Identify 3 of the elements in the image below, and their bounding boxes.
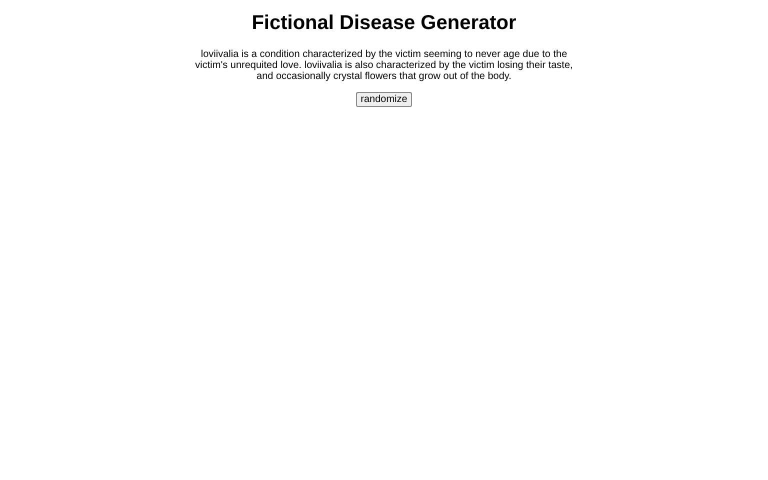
- page-title: Fictional Disease Generator: [252, 12, 516, 35]
- disease-description: loviivalia is a condition characterized by the victim seeming to never age due to the victim's unrequited love. loviivalia is also characterized by the victim losing their taste, and occasionally crystal flowers that grow out of the body.: [194, 49, 574, 82]
- randomize-button[interactable]: randomize: [356, 92, 412, 107]
